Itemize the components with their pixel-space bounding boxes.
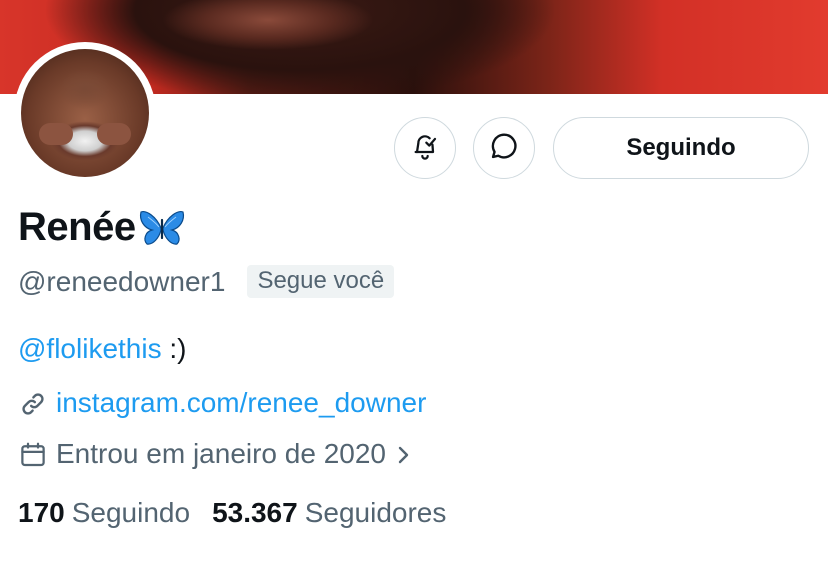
following-button[interactable]: Seguindo (553, 117, 809, 179)
following-label: Seguindo (71, 497, 191, 528)
joined-row[interactable]: Entrou em janeiro de 2020 (18, 438, 414, 470)
following-stat[interactable]: 170 Seguindo (18, 497, 190, 529)
avatar[interactable] (14, 42, 156, 184)
followers-count: 53.367 (212, 497, 298, 528)
bio: @flolikethis :) (18, 333, 186, 365)
handle-row: @reneedowner1 Segue você (18, 265, 395, 298)
bell-check-icon (409, 130, 441, 167)
message-bubble-icon (488, 130, 520, 167)
notifications-button[interactable] (394, 117, 456, 179)
follows-you-badge: Segue você (247, 265, 395, 298)
following-count: 170 (18, 497, 65, 528)
website-row: instagram.com/renee_downer (18, 387, 426, 419)
message-button[interactable] (473, 117, 535, 179)
calendar-icon (18, 440, 48, 470)
link-icon (18, 389, 48, 419)
bio-text: :) (161, 333, 187, 364)
website-link[interactable]: instagram.com/renee_downer (56, 387, 426, 419)
display-name-row: Renée (18, 205, 186, 250)
followers-label: Seguidores (304, 497, 447, 528)
joined-date: Entrou em janeiro de 2020 (56, 438, 386, 469)
display-name: Renée (18, 205, 136, 249)
followers-stat[interactable]: 53.367 Seguidores (212, 497, 446, 529)
avatar-photo (21, 49, 149, 177)
butterfly-emoji-icon (138, 208, 186, 248)
avatar-photo-detail (97, 123, 131, 145)
chevron-right-icon (394, 443, 414, 467)
bio-mention-link[interactable]: @flolikethis (18, 333, 162, 364)
avatar-photo-detail (39, 123, 73, 145)
follow-stats: 170 Seguindo 53.367 Seguidores (18, 497, 446, 529)
handle: @reneedowner1 (18, 265, 226, 297)
